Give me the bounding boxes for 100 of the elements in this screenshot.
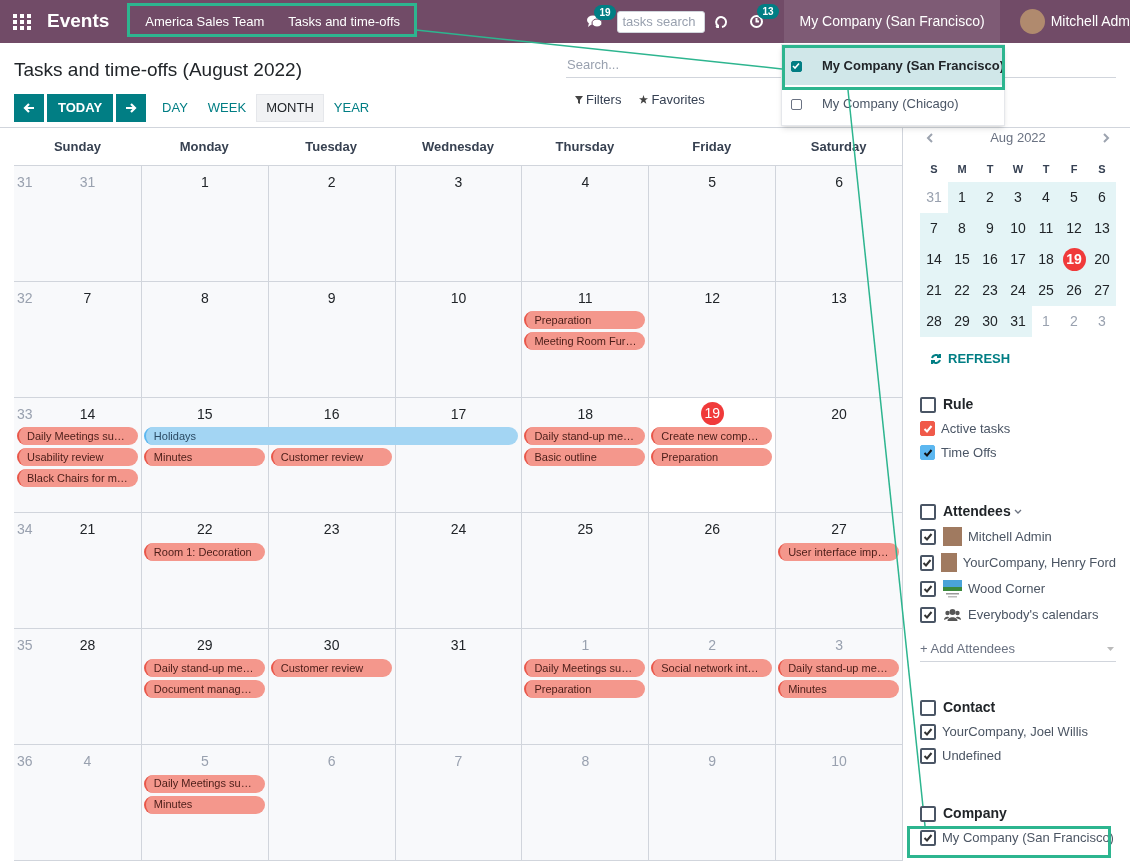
checkbox[interactable] [920, 606, 936, 623]
checkbox[interactable] [920, 580, 936, 597]
mini-calendar-day[interactable]: 12 [1060, 213, 1088, 244]
apps-grid-icon[interactable] [13, 13, 31, 30]
mini-calendar-day[interactable]: 15 [948, 244, 976, 275]
calendar-event[interactable]: Create new comp… [651, 427, 773, 446]
filter-label[interactable]: Undefined [942, 745, 1002, 766]
checkbox[interactable] [920, 445, 935, 460]
checkbox[interactable] [920, 503, 936, 520]
calendar-event[interactable]: Black Chairs for m… [17, 469, 138, 488]
mini-calendar-day[interactable]: 21 [920, 275, 948, 306]
mini-calendar-day[interactable]: 17 [1004, 244, 1032, 275]
filter-label[interactable]: Everybody's calendars [968, 604, 1099, 625]
calendar-event[interactable]: Meeting Room Fur… [524, 332, 646, 351]
checkbox[interactable] [920, 747, 936, 764]
mini-calendar-day[interactable]: 8 [948, 213, 976, 244]
mini-calendar-day[interactable]: 7 [920, 213, 948, 244]
filter-label[interactable]: Wood Corner [968, 578, 1046, 599]
view-scale-tab[interactable]: WEEK [197, 93, 257, 122]
checkbox[interactable] [920, 805, 936, 822]
message-count-badge: 19 [594, 4, 616, 20]
checkmark-icon [922, 447, 933, 458]
calendar-event[interactable]: Usability review [17, 448, 138, 467]
checkbox[interactable] [920, 421, 935, 436]
mini-calendar-day[interactable]: 6 [1088, 182, 1116, 213]
mini-calendar-day[interactable]: 3 [1004, 182, 1032, 213]
calendar-event[interactable]: Basic outline [524, 448, 646, 467]
day-number: 18 [577, 404, 594, 424]
clock-icon[interactable] [749, 14, 765, 29]
user-name[interactable]: Mitchell Adm [1050, 11, 1130, 32]
checkbox[interactable] [791, 60, 802, 72]
weekday-label: T [1041, 161, 1051, 177]
day-number: 14 [79, 404, 96, 424]
mini-calendar-day[interactable]: 13 [1088, 213, 1116, 244]
mini-calendar-day[interactable]: 9 [976, 213, 1004, 244]
view-scale-tab[interactable]: MONTH [256, 93, 324, 122]
mini-calendar-day[interactable]: 27 [1088, 275, 1116, 306]
mini-calendar-day[interactable]: 14 [920, 244, 948, 275]
calendar-event[interactable]: Preparation [651, 448, 773, 467]
checkbox[interactable] [920, 396, 936, 413]
chevron-down-icon[interactable] [1013, 509, 1022, 514]
mini-calendar-day[interactable]: 5 [1060, 182, 1088, 213]
checkbox[interactable] [920, 829, 936, 846]
day-number: 8 [200, 288, 209, 308]
mini-calendar-day[interactable]: 31 [1004, 306, 1032, 337]
calendar-event[interactable]: Daily Meetings su… [17, 427, 138, 446]
day-number: 10 [831, 752, 847, 772]
calendar-event[interactable]: Daily stand-up me… [524, 427, 646, 446]
calendar-event[interactable]: Holidays [143, 427, 519, 446]
mini-calendar-day[interactable]: 25 [1032, 275, 1060, 306]
filter-label[interactable]: Mitchell Admin [968, 526, 1052, 547]
filter-label[interactable]: YourCompany, Henry Ford [962, 552, 1116, 573]
filter-section-title: Contact [943, 698, 996, 717]
mini-calendar-day[interactable]: 23 [976, 275, 1004, 306]
mini-calendar-day[interactable]: 18 [1032, 244, 1060, 275]
circular-arrow-icon[interactable] [715, 14, 730, 29]
mini-calendar-day[interactable]: 16 [976, 244, 1004, 275]
checkbox[interactable] [920, 554, 934, 571]
avatar-placeholder [943, 527, 962, 546]
mini-calendar-day[interactable]: 26 [1060, 275, 1088, 306]
filter-label[interactable]: Time Offs [941, 442, 997, 463]
view-scale-tab[interactable]: YEAR [323, 93, 380, 122]
breadcrumb-link[interactable]: Tasks and time-offs [288, 11, 401, 32]
checkbox[interactable] [920, 528, 936, 545]
calendar-event[interactable]: Customer review [270, 448, 392, 467]
calendar-event[interactable]: Minutes [143, 448, 265, 467]
mini-calendar-day[interactable]: 22 [948, 275, 976, 306]
checkbox[interactable] [791, 98, 802, 110]
weekday-label: T [985, 161, 995, 177]
favorites-button[interactable]: Favorites [639, 90, 705, 110]
filter-label[interactable]: YourCompany, Joel Willis [942, 721, 1088, 742]
company-switcher[interactable]: My Company (San Francisco) [784, 0, 1000, 43]
previous-button[interactable] [14, 93, 44, 122]
mini-calendar-day[interactable]: 29 [948, 306, 976, 337]
calendar-event[interactable]: Preparation [524, 311, 646, 330]
app-name[interactable]: Events [47, 7, 110, 36]
checkmark-icon [792, 62, 801, 70]
today-button[interactable]: TODAY [47, 93, 114, 122]
mini-calendar-day[interactable]: 10 [1004, 213, 1032, 244]
filters-button[interactable]: Filters [575, 90, 622, 110]
next-button[interactable] [116, 93, 147, 122]
mini-calendar-day[interactable]: 11 [1032, 213, 1060, 244]
page-title: Tasks and time-offs (August 2022) [14, 58, 303, 82]
mini-calendar-day[interactable]: 24 [1004, 275, 1032, 306]
mini-calendar-day[interactable]: 30 [976, 306, 1004, 337]
filter-label[interactable]: Active tasks [941, 418, 1011, 439]
checkbox[interactable] [920, 699, 936, 716]
mini-calendar-day[interactable]: 2 [976, 182, 1004, 213]
checkbox[interactable] [920, 723, 936, 740]
view-scale-tab[interactable]: DAY [152, 93, 198, 122]
mini-calendar-day[interactable]: 20 [1088, 244, 1116, 275]
breadcrumb-link[interactable]: America Sales Team [145, 11, 265, 32]
mini-calendar-day[interactable]: 28 [920, 306, 948, 337]
day-number: 3 [454, 173, 463, 192]
mini-calendar-day[interactable]: 1 [948, 182, 976, 213]
mini-calendar-day[interactable]: 4 [1032, 182, 1060, 213]
refresh-button[interactable]: REFRESH [930, 349, 1011, 369]
add-attendees-field[interactable]: + Add Attendees [920, 637, 1116, 662]
search-field[interactable]: tasks search [617, 10, 706, 33]
company-menu-item[interactable]: My Company (San Francisco) [782, 47, 1004, 85]
